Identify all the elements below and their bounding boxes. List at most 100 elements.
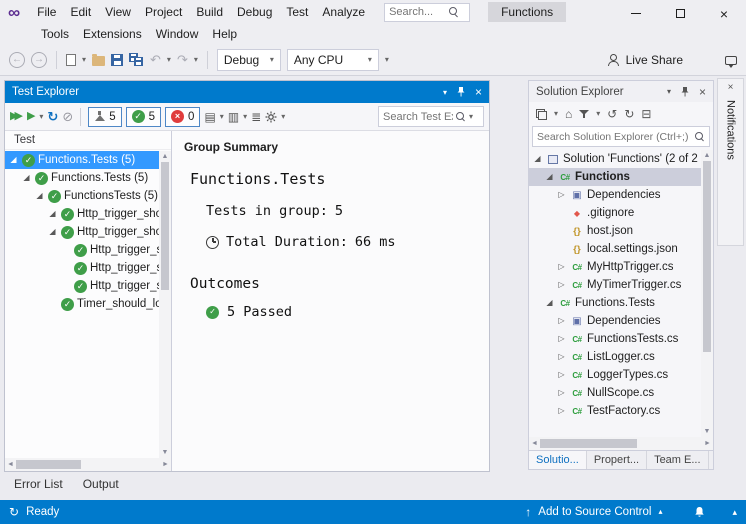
- test-tree-item[interactable]: ✓ Http_trigger_sho: [5, 241, 159, 259]
- tree-node[interactable]: ◆ .gitignore: [529, 204, 701, 222]
- expander-icon[interactable]: ▷: [556, 335, 567, 343]
- tab-solution-explorer[interactable]: Solutio...: [529, 451, 587, 469]
- playlist-caret-icon[interactable]: ▾: [243, 113, 247, 121]
- scrollbar-thumb[interactable]: [540, 439, 637, 448]
- window-position-icon[interactable]: ▾: [443, 88, 447, 97]
- expander-icon[interactable]: ◢: [544, 173, 555, 181]
- redo-caret-icon[interactable]: ▾: [194, 56, 198, 64]
- navigate-back-button[interactable]: ←: [9, 52, 25, 68]
- pin-icon[interactable]: [456, 87, 466, 97]
- scroll-up-icon[interactable]: ▲: [159, 151, 171, 162]
- expander-icon[interactable]: ▷: [556, 389, 567, 397]
- scrollbar-thumb[interactable]: [703, 161, 711, 352]
- test-tree-item[interactable]: ◢ ✓ FunctionsTests (5): [5, 187, 159, 205]
- solution-search-box[interactable]: [532, 126, 710, 147]
- test-column-header[interactable]: Test: [5, 131, 171, 150]
- home-button[interactable]: ⌂: [565, 108, 572, 120]
- horizontal-scrollbar[interactable]: ◄ ►: [529, 437, 713, 450]
- tree-node[interactable]: ▷ C# MyTimerTrigger.cs: [529, 276, 701, 294]
- menu-file[interactable]: File: [30, 2, 63, 22]
- scroll-left-icon[interactable]: ◄: [5, 459, 16, 470]
- tree-node[interactable]: ▷ C# MyHttpTrigger.cs: [529, 258, 701, 276]
- expander-icon[interactable]: ◢: [8, 156, 19, 164]
- menu-extensions[interactable]: Extensions: [76, 24, 149, 44]
- quick-launch-search[interactable]: [384, 3, 470, 22]
- repeat-last-run-button[interactable]: ↻: [47, 110, 58, 123]
- status-chevron-icon[interactable]: ▴: [732, 508, 737, 517]
- test-tree-item[interactable]: ✓ Http_trigger_sho: [5, 259, 159, 277]
- test-explorer-titlebar[interactable]: Test Explorer ▾ ×: [5, 81, 489, 103]
- undo-caret-icon[interactable]: ▾: [167, 56, 171, 64]
- tree-node[interactable]: {} host.json: [529, 222, 701, 240]
- hierarchy-button[interactable]: ≣: [251, 111, 261, 123]
- switch-views-button[interactable]: [536, 109, 547, 120]
- navigate-forward-button[interactable]: →: [31, 52, 47, 68]
- scrollbar-thumb[interactable]: [161, 162, 169, 290]
- tree-node[interactable]: ▷ C# LoggerTypes.cs: [529, 366, 701, 384]
- menu-window[interactable]: Window: [149, 24, 206, 44]
- test-search-input[interactable]: [383, 111, 453, 123]
- vertical-scrollbar[interactable]: ▲ ▼: [701, 150, 713, 437]
- close-button[interactable]: ×: [702, 0, 746, 27]
- test-tree-item[interactable]: ✓ Http_trigger_sho: [5, 277, 159, 295]
- switch-views-caret-icon[interactable]: ▾: [554, 110, 558, 118]
- menu-tools[interactable]: Tools: [34, 24, 76, 44]
- expander-icon[interactable]: ▷: [556, 353, 567, 361]
- expander-icon[interactable]: ◢: [532, 155, 543, 163]
- menu-build[interactable]: Build: [189, 2, 230, 22]
- scrollbar-track[interactable]: [159, 162, 171, 447]
- passed-tests-filter-button[interactable]: ✓ 5: [126, 107, 161, 127]
- expander-icon[interactable]: ◢: [47, 210, 58, 218]
- group-by-caret-icon[interactable]: ▾: [220, 113, 224, 121]
- expander-icon[interactable]: ▷: [556, 407, 567, 415]
- failed-tests-filter-button[interactable]: × 0: [165, 107, 200, 127]
- undo-button[interactable]: ↶: [150, 53, 161, 66]
- source-control-caret-icon[interactable]: ▴: [658, 508, 662, 516]
- test-tree-item[interactable]: ◢ ✓ Functions.Tests (5): [5, 151, 159, 169]
- menu-view[interactable]: View: [98, 2, 138, 22]
- expander-icon[interactable]: ▷: [556, 281, 567, 289]
- scroll-right-icon[interactable]: ►: [160, 459, 171, 470]
- expander-icon[interactable]: ▷: [556, 263, 567, 271]
- menu-debug[interactable]: Debug: [230, 2, 279, 22]
- close-icon[interactable]: ×: [475, 86, 482, 98]
- test-search-box[interactable]: ▾: [378, 106, 484, 127]
- scrollbar-thumb[interactable]: [16, 460, 81, 469]
- expander-icon[interactable]: ▷: [556, 191, 567, 199]
- filter-caret-icon[interactable]: ▾: [596, 110, 600, 118]
- tree-node[interactable]: ▷ C# FunctionsTests.cs: [529, 330, 701, 348]
- project-node[interactable]: ◢ C# Functions: [529, 168, 701, 186]
- run-tests-button[interactable]: ▶: [27, 111, 35, 122]
- expander-icon[interactable]: ◢: [544, 299, 555, 307]
- test-tree-item[interactable]: ◢ ✓ Http_trigger_shoul: [5, 205, 159, 223]
- menu-project[interactable]: Project: [138, 2, 189, 22]
- new-file-caret-icon[interactable]: ▾: [82, 56, 86, 64]
- sync-with-active-document-button[interactable]: ↺: [607, 108, 617, 120]
- add-to-source-control-button[interactable]: Add to Source Control: [538, 506, 651, 518]
- collapse-all-button[interactable]: ⊟: [641, 108, 651, 120]
- tab-output[interactable]: Output: [75, 475, 127, 493]
- scrollbar-track[interactable]: [540, 437, 702, 450]
- expander-icon[interactable]: ▷: [556, 371, 567, 379]
- total-tests-filter-button[interactable]: 5: [88, 107, 121, 127]
- tree-node[interactable]: {} local.settings.json: [529, 240, 701, 258]
- maximize-button[interactable]: [658, 0, 702, 27]
- tree-node[interactable]: ▷ C# NullScope.cs: [529, 384, 701, 402]
- solution-platform-dropdown[interactable]: Any CPU ▾: [287, 49, 379, 71]
- expander-icon[interactable]: ▷: [556, 317, 567, 325]
- pin-icon[interactable]: [680, 87, 690, 97]
- redo-button[interactable]: ↷: [177, 53, 188, 66]
- solution-explorer-titlebar[interactable]: Solution Explorer ▾ ×: [529, 81, 713, 102]
- settings-gear-button[interactable]: [265, 111, 277, 123]
- menu-help[interactable]: Help: [205, 24, 244, 44]
- refresh-button[interactable]: ↻: [624, 108, 634, 120]
- solution-node[interactable]: ◢ Solution 'Functions' (2 of 2 projects): [529, 150, 701, 168]
- menu-edit[interactable]: Edit: [63, 2, 98, 22]
- expander-icon[interactable]: ◢: [34, 192, 45, 200]
- open-file-button[interactable]: [92, 56, 105, 66]
- tree-node[interactable]: ▷ C# TestFactory.cs: [529, 402, 701, 420]
- scroll-up-icon[interactable]: ▲: [701, 150, 713, 161]
- group-by-button[interactable]: ▤: [204, 111, 215, 123]
- solution-search-input[interactable]: [537, 131, 695, 143]
- settings-caret-icon[interactable]: ▾: [281, 113, 285, 121]
